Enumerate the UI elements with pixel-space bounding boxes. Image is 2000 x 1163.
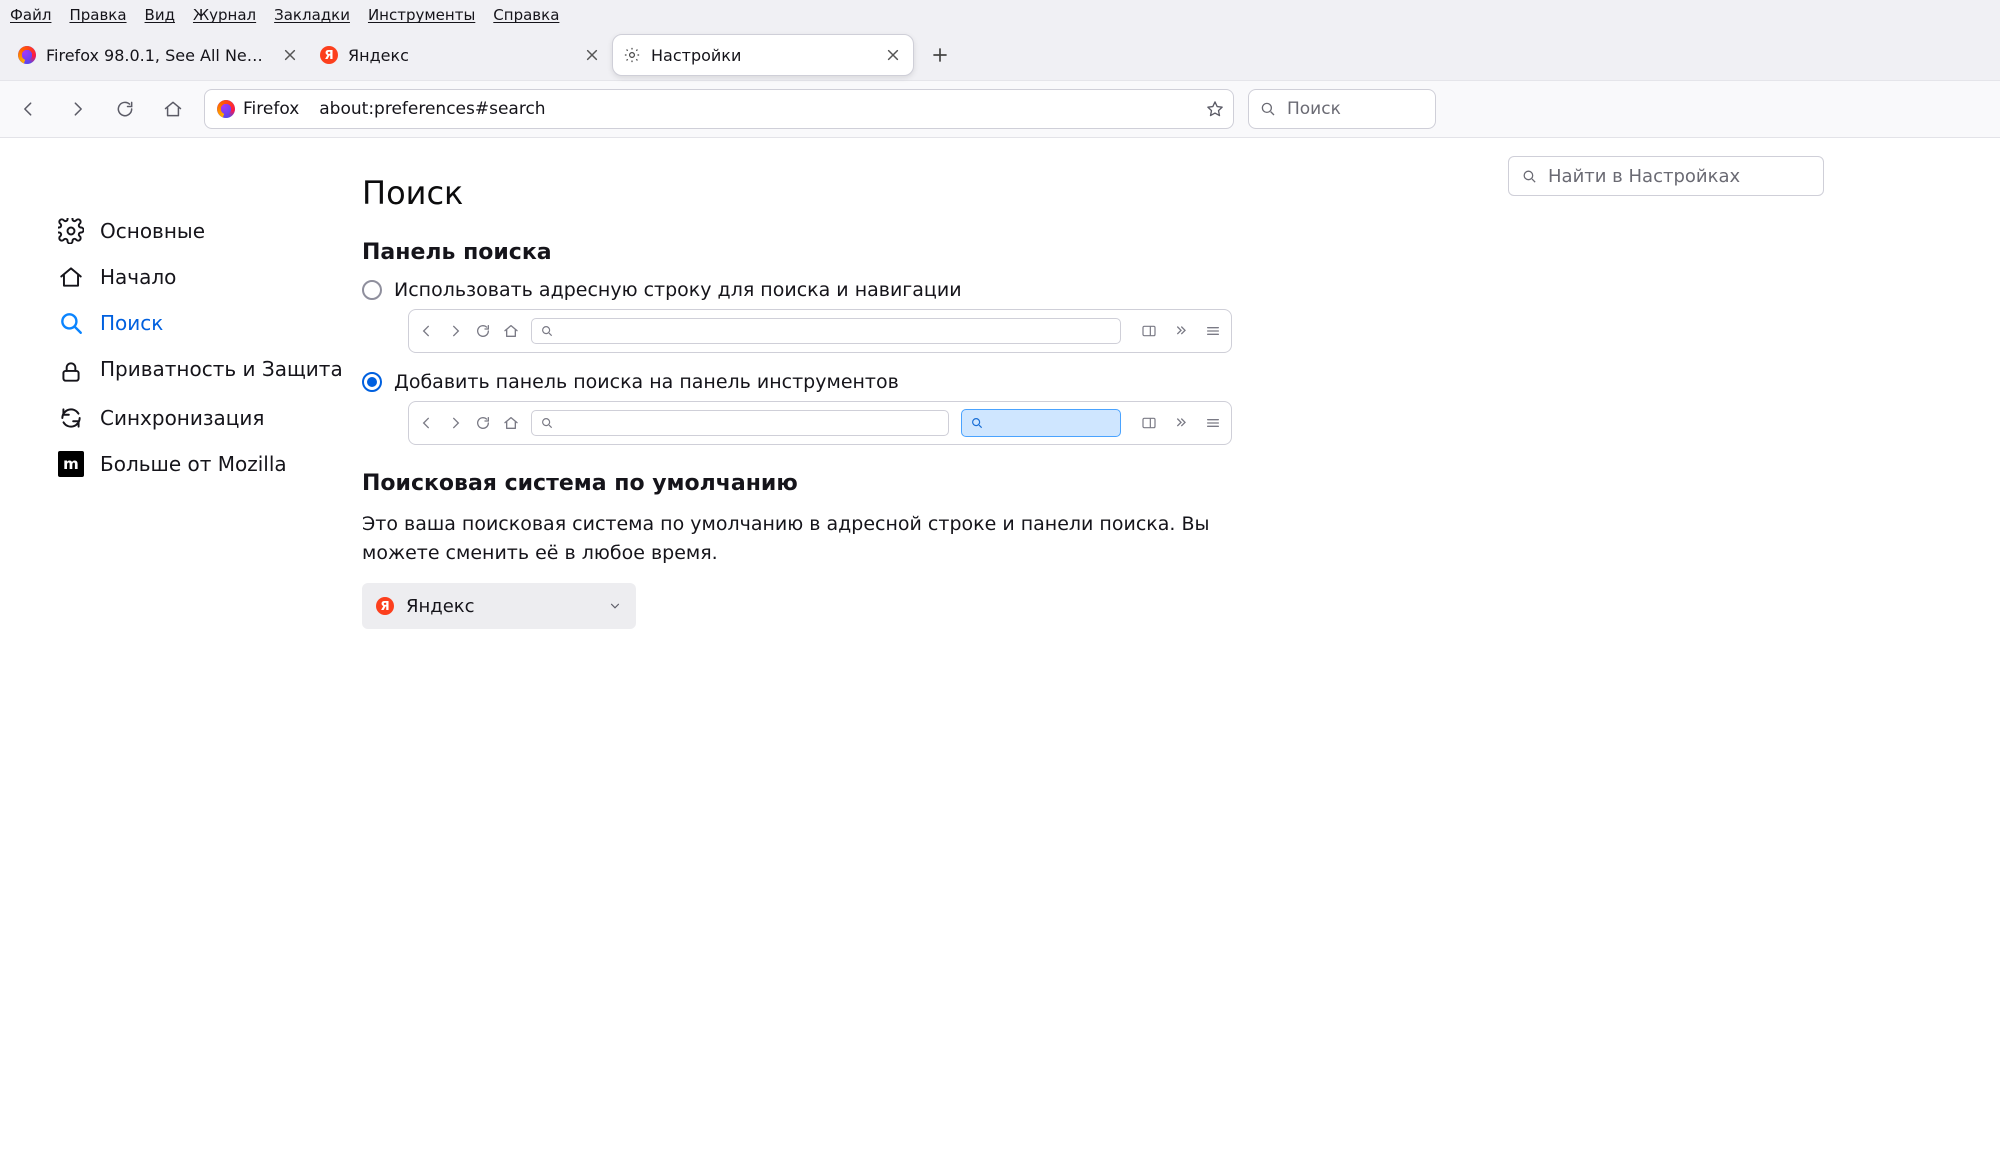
new-tab-button[interactable] <box>922 37 958 73</box>
sidebar-item-general[interactable]: Основные <box>58 208 348 254</box>
preferences-content: Поиск Панель поиска Использовать адресну… <box>348 138 1408 669</box>
yandex-icon <box>376 597 394 615</box>
sidebar-item-label: Начало <box>100 265 176 289</box>
search-icon <box>58 310 84 336</box>
sidebar-toggle-icon <box>1141 415 1157 431</box>
menu-bookmarks[interactable]: Закладки <box>274 6 350 24</box>
sidebar-item-label: Основные <box>100 219 205 243</box>
forward-button[interactable] <box>60 92 94 126</box>
illustration-searchbar-highlight <box>961 409 1121 437</box>
yandex-icon <box>320 46 338 64</box>
sidebar-item-label: Поиск <box>100 311 163 335</box>
section-heading-default-engine: Поисковая система по умолчанию <box>362 471 1232 496</box>
sidebar-item-sync[interactable]: Синхронизация <box>58 395 348 441</box>
back-icon <box>419 323 435 339</box>
mozilla-icon: m <box>58 451 84 477</box>
sidebar-item-privacy[interactable]: Приватность и Защита <box>58 346 348 395</box>
hamburger-icon <box>1205 323 1221 339</box>
option-label: Использовать адресную строку для поиска … <box>394 279 962 301</box>
option-use-address-bar[interactable]: Использовать адресную строку для поиска … <box>362 279 1232 301</box>
urlbar-identity[interactable]: Firefox <box>213 97 309 121</box>
home-icon <box>503 323 519 339</box>
find-in-settings-placeholder: Найти в Настройках <box>1548 166 1740 187</box>
preferences-page: Найти в Настройках Основные Начало По <box>0 138 2000 1163</box>
tab-firefox-release-notes[interactable]: Firefox 98.0.1, See All New Features, Up… <box>8 34 310 76</box>
sidebar-item-search[interactable]: Поиск <box>58 300 348 346</box>
tab-settings[interactable]: Настройки <box>612 34 914 76</box>
tab-strip: Firefox 98.0.1, See All New Features, Up… <box>0 30 2000 80</box>
menu-tools[interactable]: Инструменты <box>368 6 475 24</box>
gear-icon <box>58 218 84 244</box>
sidebar-item-label: Приватность и Защита <box>100 356 343 383</box>
home-icon <box>58 264 84 290</box>
close-icon[interactable] <box>883 45 903 65</box>
preferences-sidebar: Основные Начало Поиск Приватность и Защи… <box>0 138 348 669</box>
tab-title: Настройки <box>651 46 873 65</box>
toolbar-illustration-separate <box>408 401 1232 445</box>
option-add-search-bar[interactable]: Добавить панель поиска на панель инструм… <box>362 371 1232 393</box>
tab-title: Firefox 98.0.1, See All New Features, Up… <box>46 46 270 65</box>
dropdown-value: Яндекс <box>406 596 475 617</box>
menu-file[interactable]: Файл <box>10 6 51 24</box>
sidebar-item-label: Больше от Mozilla <box>100 452 287 476</box>
radio-unchecked-icon[interactable] <box>362 280 382 300</box>
option-label: Добавить панель поиска на панель инструм… <box>394 371 899 393</box>
overflow-icon <box>1173 415 1189 431</box>
back-button[interactable] <box>12 92 46 126</box>
page-title: Поиск <box>362 174 1232 212</box>
menu-edit[interactable]: Правка <box>69 6 126 24</box>
radio-checked-icon[interactable] <box>362 372 382 392</box>
forward-icon <box>447 323 463 339</box>
search-icon <box>1259 100 1277 118</box>
sidebar-item-more-from-mozilla[interactable]: m Больше от Mozilla <box>58 441 348 487</box>
toolbar-illustration-combined <box>408 309 1232 353</box>
menu-help[interactable]: Справка <box>493 6 559 24</box>
section-heading-searchbar: Панель поиска <box>362 240 1232 265</box>
nav-toolbar: Firefox about:preferences#search Поиск <box>0 80 2000 138</box>
search-icon <box>970 416 984 430</box>
urlbar-prefix-label: Firefox <box>243 99 299 119</box>
menubar: Файл Правка Вид Журнал Закладки Инструме… <box>0 0 2000 30</box>
sidebar-toggle-icon <box>1141 323 1157 339</box>
sidebar-item-home[interactable]: Начало <box>58 254 348 300</box>
illustration-urlbar <box>531 410 949 436</box>
close-icon[interactable] <box>280 45 300 65</box>
reload-icon <box>475 323 491 339</box>
hamburger-icon <box>1205 415 1221 431</box>
firefox-icon <box>217 100 235 118</box>
bookmark-star-icon[interactable] <box>1205 99 1225 119</box>
search-icon <box>1521 168 1538 185</box>
chevron-down-icon <box>608 599 622 613</box>
sidebar-item-label: Синхронизация <box>100 406 264 430</box>
tab-title: Яндекс <box>348 46 572 65</box>
lock-icon <box>58 359 84 385</box>
search-bar-placeholder: Поиск <box>1287 99 1341 119</box>
overflow-icon <box>1173 323 1189 339</box>
reload-button[interactable] <box>108 92 142 126</box>
search-bar[interactable]: Поиск <box>1248 89 1436 129</box>
menu-view[interactable]: Вид <box>145 6 175 24</box>
gear-icon <box>623 46 641 64</box>
close-icon[interactable] <box>582 45 602 65</box>
search-icon <box>540 416 554 430</box>
home-button[interactable] <box>156 92 190 126</box>
illustration-urlbar <box>531 318 1121 344</box>
back-icon <box>419 415 435 431</box>
default-engine-description: Это ваша поисковая система по умолчанию … <box>362 510 1232 567</box>
search-icon <box>540 324 554 338</box>
sync-icon <box>58 405 84 431</box>
menu-history[interactable]: Журнал <box>193 6 256 24</box>
firefox-icon <box>18 46 36 64</box>
home-icon <box>503 415 519 431</box>
default-engine-dropdown[interactable]: Яндекс <box>362 583 636 629</box>
find-in-settings-input[interactable]: Найти в Настройках <box>1508 156 1824 196</box>
forward-icon <box>447 415 463 431</box>
url-bar[interactable]: Firefox about:preferences#search <box>204 89 1234 129</box>
urlbar-url: about:preferences#search <box>319 99 545 119</box>
reload-icon <box>475 415 491 431</box>
tab-yandex[interactable]: Яндекс <box>310 34 612 76</box>
